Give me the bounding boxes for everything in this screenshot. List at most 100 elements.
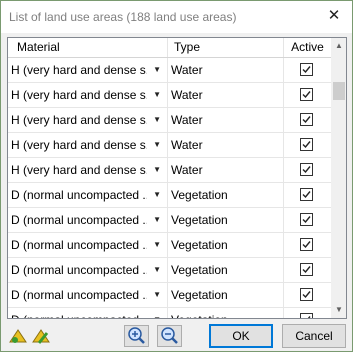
table-row[interactable]: H (very hard and dense s... ▼ Water [8, 133, 331, 158]
dropdown-arrow-icon[interactable]: ▼ [153, 258, 161, 282]
dropdown-arrow-icon[interactable]: ▼ [153, 108, 161, 132]
material-dropdown[interactable]: D (normal uncompacted ... ▼ [8, 283, 168, 307]
type-value: Vegetation [168, 208, 284, 232]
type-value: Water [168, 58, 284, 82]
material-dropdown[interactable]: H (very hard and dense s... ▼ [8, 58, 168, 82]
active-cell [284, 108, 331, 132]
material-dropdown[interactable]: D (normal uncompacted ... ▼ [8, 233, 168, 257]
material-dropdown[interactable]: D (normal uncompacted ... ▼ [8, 208, 168, 232]
material-value: H (very hard and dense s... [11, 113, 147, 127]
type-value: Vegetation [168, 283, 284, 307]
dropdown-arrow-icon[interactable]: ▼ [153, 158, 161, 182]
type-value: Vegetation [168, 258, 284, 282]
column-header-type[interactable]: Type [168, 38, 284, 57]
active-cell [284, 308, 331, 318]
land-use-tool-icon[interactable] [7, 325, 29, 347]
column-header-material[interactable]: Material [8, 38, 168, 57]
table-row[interactable]: H (very hard and dense s... ▼ Water [8, 58, 331, 83]
dropdown-arrow-icon[interactable]: ▼ [153, 208, 161, 232]
active-cell [284, 58, 331, 82]
dropdown-arrow-icon[interactable]: ▼ [153, 58, 161, 82]
active-checkbox[interactable] [300, 163, 313, 176]
table-row[interactable]: D (normal uncompacted ... ▼ Vegetation [8, 208, 331, 233]
button-bar: OK Cancel [1, 321, 352, 351]
material-value: H (very hard and dense s... [11, 88, 147, 102]
scroll-down-arrow-icon[interactable]: ▼ [331, 302, 346, 318]
material-dropdown[interactable]: H (very hard and dense s... ▼ [8, 133, 168, 157]
active-cell [284, 283, 331, 307]
table-row[interactable]: H (very hard and dense s... ▼ Water [8, 158, 331, 183]
dropdown-arrow-icon[interactable]: ▼ [153, 308, 161, 318]
active-checkbox[interactable] [300, 113, 313, 126]
zoom-out-icon [161, 327, 178, 344]
active-checkbox[interactable] [300, 63, 313, 76]
active-checkbox[interactable] [300, 313, 313, 318]
dropdown-arrow-icon[interactable]: ▼ [153, 233, 161, 257]
table-body: H (very hard and dense s... ▼ Water H (very… [8, 58, 331, 318]
active-cell [284, 258, 331, 282]
material-value: H (very hard and dense s... [11, 163, 147, 177]
table-row[interactable]: H (very hard and dense s... ▼ Water [8, 83, 331, 108]
dropdown-arrow-icon[interactable]: ▼ [153, 183, 161, 207]
material-value: D (normal uncompacted ... [11, 213, 147, 227]
close-button[interactable]: ✕ [326, 8, 342, 24]
active-cell [284, 233, 331, 257]
material-dropdown[interactable]: D (normal uncompacted ... ▼ [8, 258, 168, 282]
type-value: Water [168, 108, 284, 132]
material-dropdown[interactable]: D (normal uncompacted ... ▼ [8, 308, 168, 318]
scroll-up-arrow-icon[interactable]: ▲ [331, 38, 346, 54]
type-value: Vegetation [168, 308, 284, 318]
type-value: Vegetation [168, 233, 284, 257]
dropdown-arrow-icon[interactable]: ▼ [153, 83, 161, 107]
material-value: D (normal uncompacted ... [11, 188, 147, 202]
active-cell [284, 133, 331, 157]
table-row[interactable]: D (normal uncompacted ... ▼ Vegetation [8, 283, 331, 308]
active-checkbox[interactable] [300, 138, 313, 151]
table-header: Material Type Active [8, 38, 331, 58]
type-value: Water [168, 83, 284, 107]
dropdown-arrow-icon[interactable]: ▼ [153, 283, 161, 307]
ok-button[interactable]: OK [209, 324, 273, 348]
zoom-in-button[interactable] [124, 325, 149, 347]
material-value: D (normal uncompacted ... [11, 288, 147, 302]
active-checkbox[interactable] [300, 263, 313, 276]
dropdown-arrow-icon[interactable]: ▼ [153, 133, 161, 157]
material-dropdown[interactable]: H (very hard and dense s... ▼ [8, 158, 168, 182]
active-cell [284, 158, 331, 182]
window-title: List of land use areas (188 land use are… [9, 10, 237, 24]
scrollbar-thumb[interactable] [333, 82, 345, 100]
material-value: H (very hard and dense s... [11, 138, 147, 152]
land-use-dialog: List of land use areas (188 land use are… [0, 0, 353, 352]
table-row[interactable]: D (normal uncompacted ... ▼ Vegetation [8, 183, 331, 208]
land-use-edit-icon[interactable] [30, 325, 52, 347]
active-cell [284, 183, 331, 207]
vertical-scrollbar[interactable]: ▲ ▼ [331, 38, 346, 318]
material-dropdown[interactable]: H (very hard and dense s... ▼ [8, 83, 168, 107]
zoom-in-icon [128, 327, 145, 344]
type-value: Water [168, 133, 284, 157]
active-checkbox[interactable] [300, 288, 313, 301]
table-row[interactable]: D (normal uncompacted ... ▼ Vegetation [8, 258, 331, 283]
material-dropdown[interactable]: H (very hard and dense s... ▼ [8, 108, 168, 132]
active-checkbox[interactable] [300, 238, 313, 251]
material-dropdown[interactable]: D (normal uncompacted ... ▼ [8, 183, 168, 207]
title-bar: List of land use areas (188 land use are… [1, 1, 352, 33]
column-header-active[interactable]: Active [284, 38, 331, 57]
active-cell [284, 83, 331, 107]
active-checkbox[interactable] [300, 188, 313, 201]
material-value: D (normal uncompacted ... [11, 263, 147, 277]
active-checkbox[interactable] [300, 88, 313, 101]
material-value: H (very hard and dense s... [11, 63, 147, 77]
material-value: D (normal uncompacted ... [11, 308, 147, 318]
type-value: Water [168, 158, 284, 182]
land-use-table: Material Type Active H (very hard and de… [7, 37, 347, 319]
zoom-out-button[interactable] [157, 325, 182, 347]
material-value: D (normal uncompacted ... [11, 238, 147, 252]
table-row[interactable]: D (normal uncompacted ... ▼ Vegetation [8, 308, 331, 318]
cancel-button[interactable]: Cancel [282, 324, 346, 348]
type-value: Vegetation [168, 183, 284, 207]
table-row[interactable]: D (normal uncompacted ... ▼ Vegetation [8, 233, 331, 258]
active-cell [284, 208, 331, 232]
active-checkbox[interactable] [300, 213, 313, 226]
table-row[interactable]: H (very hard and dense s... ▼ Water [8, 108, 331, 133]
